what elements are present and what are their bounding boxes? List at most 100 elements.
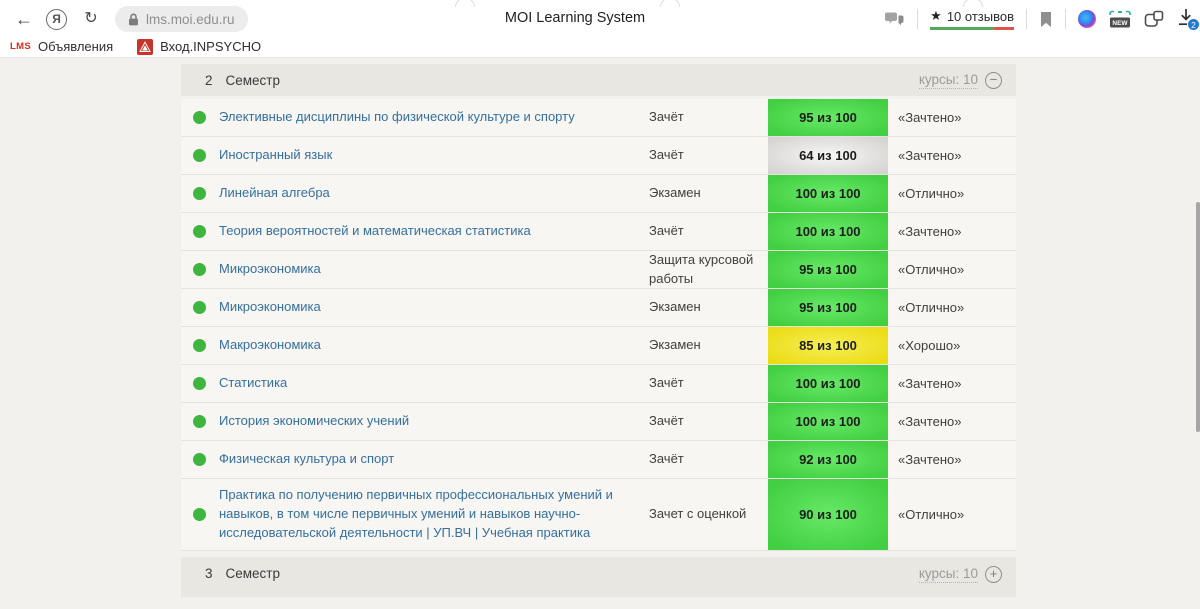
score-cell: 100 из 100 bbox=[768, 403, 888, 440]
grade-text: «Хорошо» bbox=[888, 338, 1016, 353]
course-status-dot-icon bbox=[193, 339, 206, 352]
exam-type: Защита курсовой работы bbox=[649, 251, 768, 287]
course-row: Элективные дисциплины по физической куль… bbox=[181, 99, 1016, 137]
exam-type: Зачёт bbox=[649, 412, 768, 430]
course-status-dot-icon bbox=[193, 111, 206, 124]
course-link[interactable]: Физическая культура и спорт bbox=[219, 443, 649, 476]
exam-type: Зачёт bbox=[649, 222, 768, 240]
lms-page-content: 2 Семестр курсы: 10 − Элективные дисципл… bbox=[0, 58, 1200, 609]
score-cell: 90 из 100 bbox=[768, 479, 888, 550]
grade-text: «Отлично» bbox=[888, 186, 1016, 201]
tab-edge-decoration bbox=[660, 0, 680, 7]
grade-text: «Зачтено» bbox=[888, 376, 1016, 391]
semester-2-courses-link[interactable]: курсы: 10 bbox=[919, 72, 978, 89]
course-link[interactable]: Микроэкономика bbox=[219, 291, 649, 324]
course-link[interactable]: Теория вероятностей и математическая ста… bbox=[219, 215, 649, 248]
course-row: Практика по получению первичных професси… bbox=[181, 479, 1016, 551]
course-row: Микроэкономика Экзамен 95 из 100 «Отличн… bbox=[181, 289, 1016, 327]
course-row: Теория вероятностей и математическая ста… bbox=[181, 213, 1016, 251]
course-link[interactable]: Линейная алгебра bbox=[219, 177, 649, 210]
semester-label: Семестр bbox=[226, 73, 281, 88]
collapse-semester-icon[interactable]: − bbox=[985, 72, 1002, 89]
score-cell: 95 из 100 bbox=[768, 289, 888, 326]
toolbar-divider bbox=[1065, 9, 1066, 29]
course-link[interactable]: Макроэкономика bbox=[219, 329, 649, 362]
bookmark-item-announcements[interactable]: LMS Объявления bbox=[10, 39, 113, 54]
grade-text: «Зачтено» bbox=[888, 110, 1016, 125]
bookmarks-bar: LMS Объявления Вход.INPSYCHO bbox=[0, 38, 1200, 58]
score-cell: 100 из 100 bbox=[768, 175, 888, 212]
bookmark-item-inpsycho[interactable]: Вход.INPSYCHO bbox=[137, 39, 261, 55]
reviews-count: 10 отзывов bbox=[947, 9, 1014, 24]
reviews-rating[interactable]: ★ 10 отзывов bbox=[930, 8, 1014, 30]
course-row: История экономических учений Зачёт 100 и… bbox=[181, 403, 1016, 441]
course-status-dot-icon bbox=[193, 301, 206, 314]
course-link[interactable]: Иностранный язык bbox=[219, 139, 649, 172]
course-status-dot-icon bbox=[193, 263, 206, 276]
semester-number: 2 bbox=[205, 73, 213, 88]
extension-logo-icon[interactable] bbox=[1078, 10, 1096, 28]
course-status-dot-icon bbox=[193, 415, 206, 428]
bookmark-icon[interactable] bbox=[1039, 11, 1053, 28]
score-cell: 85 из 100 bbox=[768, 327, 888, 364]
course-row: Микроэкономика Защита курсовой работы 95… bbox=[181, 251, 1016, 289]
address-bar[interactable]: lms.moi.edu.ru bbox=[115, 6, 248, 32]
geo-reviews-icon[interactable] bbox=[884, 10, 905, 28]
score-cell: 100 из 100 bbox=[768, 365, 888, 402]
course-row: Иностранный язык Зачёт 64 из 100 «Зачтен… bbox=[181, 137, 1016, 175]
url-text: lms.moi.edu.ru bbox=[146, 12, 235, 27]
extensions-icon[interactable] bbox=[1144, 10, 1164, 28]
vertical-scrollbar[interactable] bbox=[1196, 202, 1200, 432]
course-link[interactable]: Элективные дисциплины по физической куль… bbox=[219, 101, 649, 134]
downloads-button[interactable]: 2 bbox=[1176, 7, 1198, 31]
lms-favicon: LMS bbox=[10, 41, 31, 52]
reviews-rating-bar bbox=[930, 27, 1014, 30]
semester-number: 3 bbox=[205, 566, 213, 581]
exam-type: Зачет с оценкой bbox=[649, 505, 768, 523]
new-feature-icon[interactable]: NEW bbox=[1108, 10, 1132, 29]
bookmark-label: Вход.INPSYCHO bbox=[160, 39, 261, 54]
browser-toolbar-right: ★ 10 отзывов NEW bbox=[884, 0, 1200, 38]
course-status-dot-icon bbox=[193, 225, 206, 238]
grade-text: «Зачтено» bbox=[888, 452, 1016, 467]
refresh-button[interactable]: ↻ bbox=[77, 5, 105, 33]
exam-type: Экзамен bbox=[649, 184, 768, 202]
exam-type: Экзамен bbox=[649, 336, 768, 354]
star-icon: ★ bbox=[930, 8, 942, 24]
semester-2-header: 2 Семестр курсы: 10 − bbox=[181, 64, 1016, 96]
page-title: MOI Learning System bbox=[505, 10, 645, 26]
svg-text:NEW: NEW bbox=[1112, 20, 1128, 27]
grade-text: «Отлично» bbox=[888, 300, 1016, 315]
course-link[interactable]: История экономических учений bbox=[219, 405, 649, 438]
score-cell: 95 из 100 bbox=[768, 251, 888, 288]
course-rows: Элективные дисциплины по физической куль… bbox=[181, 99, 1016, 551]
grade-text: «Зачтено» bbox=[888, 224, 1016, 239]
exam-type: Зачёт bbox=[649, 108, 768, 126]
course-link[interactable]: Практика по получению первичных професси… bbox=[219, 479, 649, 550]
exam-type: Экзамен bbox=[649, 298, 768, 316]
course-link[interactable]: Статистика bbox=[219, 367, 649, 400]
back-button[interactable]: ← bbox=[10, 5, 38, 33]
grade-text: «Отлично» bbox=[888, 262, 1016, 277]
browser-chrome: ← Я ↻ lms.moi.edu.ru MOI Learning System… bbox=[0, 0, 1200, 38]
semester-3-courses-link[interactable]: курсы: 10 bbox=[919, 566, 978, 583]
bookmark-label: Объявления bbox=[38, 39, 113, 54]
inpsycho-favicon bbox=[137, 39, 153, 55]
download-count-badge: 2 bbox=[1187, 18, 1200, 31]
course-row: Статистика Зачёт 100 из 100 «Зачтено» bbox=[181, 365, 1016, 403]
yandex-browser-logo-icon[interactable]: Я bbox=[46, 9, 67, 30]
gradebook-table: 2 Семестр курсы: 10 − Элективные дисципл… bbox=[181, 64, 1016, 597]
course-status-dot-icon bbox=[193, 187, 206, 200]
grade-text: «Отлично» bbox=[888, 507, 1016, 522]
course-row: Макроэкономика Экзамен 85 из 100 «Хорошо… bbox=[181, 327, 1016, 365]
course-status-dot-icon bbox=[193, 149, 206, 162]
expand-semester-icon[interactable]: + bbox=[985, 566, 1002, 583]
score-cell: 64 из 100 bbox=[768, 137, 888, 174]
toolbar-divider bbox=[1026, 9, 1027, 29]
browser-window: ← Я ↻ lms.moi.edu.ru MOI Learning System… bbox=[0, 0, 1200, 609]
course-status-dot-icon bbox=[193, 453, 206, 466]
semester-label: Семестр bbox=[226, 566, 281, 581]
course-link[interactable]: Микроэкономика bbox=[219, 253, 649, 286]
course-status-dot-icon bbox=[193, 508, 206, 521]
toolbar-divider bbox=[917, 9, 918, 29]
